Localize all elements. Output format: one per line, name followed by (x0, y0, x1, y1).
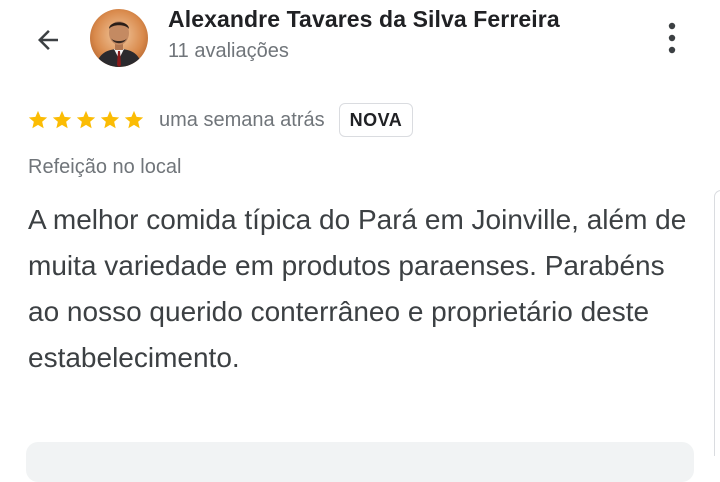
new-badge: NOVA (338, 103, 414, 137)
review-header: Alexandre Tavares da Silva Ferreira 11 a… (0, 0, 720, 80)
review-text: A melhor comida típica do Pará em Joinvi… (28, 204, 687, 373)
service-type: Refeição no local (28, 156, 182, 178)
star-icon (76, 110, 96, 129)
star-icon (124, 110, 144, 129)
side-panel-edge (714, 190, 720, 456)
back-button[interactable] (26, 18, 70, 62)
review-time: uma semana atrás (159, 108, 325, 131)
rating-row: uma semana atrás NOVA (27, 102, 414, 138)
more-vert-icon (668, 22, 676, 54)
arrow-back-icon (38, 30, 58, 50)
star-icon (100, 110, 120, 129)
review-count: 11 avaliações (168, 40, 289, 62)
star-icon (52, 110, 72, 129)
star-rating (27, 109, 145, 131)
user-avatar-photo (90, 9, 148, 67)
avatar[interactable] (90, 9, 148, 67)
star-icon (28, 110, 48, 129)
reviewer-name[interactable]: Alexandre Tavares da Silva Ferreira (168, 6, 560, 33)
more-options-button[interactable] (650, 16, 694, 60)
owner-reply-box (26, 442, 694, 482)
